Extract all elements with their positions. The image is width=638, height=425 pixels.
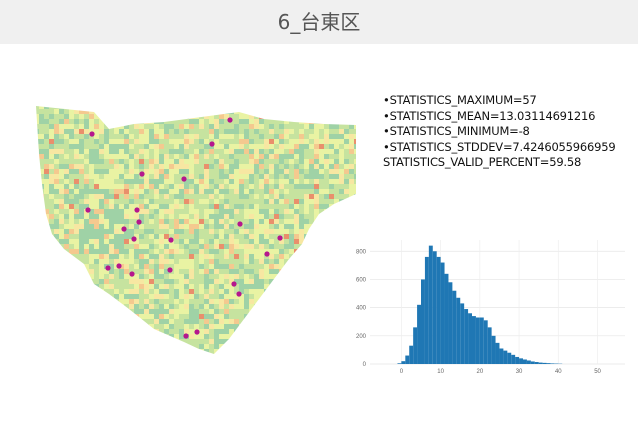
histogram-bar — [464, 309, 469, 364]
histogram-bar — [495, 342, 500, 364]
x-tick-label: 50 — [594, 369, 601, 375]
map-marker — [181, 176, 187, 182]
map-marker — [105, 265, 111, 271]
raster-map — [36, 106, 356, 354]
map-marker — [227, 117, 233, 123]
x-tick-label: 0 — [400, 369, 404, 375]
map-marker — [136, 219, 142, 225]
histogram-bar — [499, 348, 504, 364]
histogram-bar — [507, 352, 512, 364]
histogram-bar — [491, 335, 496, 364]
stat-minimum: •STATISTICS_MINIMUM=-8 — [383, 124, 530, 139]
histogram-bar — [530, 361, 535, 364]
map-marker — [236, 291, 242, 297]
x-tick-label: 10 — [437, 369, 444, 375]
y-tick-label: 0 — [363, 362, 367, 368]
stat-stddev: •STATISTICS_STDDEV=7.4246055966959 — [383, 139, 616, 154]
y-tick-label: 600 — [356, 277, 367, 283]
x-tick-label: 20 — [477, 369, 484, 375]
histogram-bar — [436, 256, 441, 364]
map-marker — [116, 263, 122, 269]
histogram-bar — [405, 355, 410, 364]
map-marker — [139, 171, 145, 177]
x-tick-label: 40 — [555, 369, 562, 375]
y-tick-label: 800 — [356, 249, 367, 255]
map-marker — [167, 267, 173, 273]
x-tick-label: 30 — [516, 369, 523, 375]
map-marker — [264, 251, 270, 257]
histogram-bar — [424, 256, 429, 364]
histogram-bar — [413, 327, 418, 364]
histogram-bar — [479, 317, 484, 364]
histogram-bar — [468, 313, 472, 364]
map-marker — [231, 281, 237, 287]
map-marker — [121, 226, 127, 232]
histogram-bar — [460, 303, 465, 364]
histogram-chart: 0 10 20 30 40 50 0 200 400 600 800 — [356, 240, 625, 375]
y-tick-label: 400 — [356, 306, 367, 312]
map-marker — [89, 131, 95, 137]
histogram-bar — [483, 320, 488, 364]
histogram-bar — [546, 363, 551, 364]
histogram-bar — [503, 350, 508, 364]
histogram-bar — [519, 358, 523, 364]
histogram-bar — [456, 297, 461, 364]
histogram-bar — [409, 345, 414, 364]
histogram-bar — [417, 304, 421, 364]
histogram-bar — [472, 316, 476, 364]
histogram-bar — [511, 354, 516, 364]
histogram-bar — [432, 251, 437, 364]
histogram-bar — [523, 359, 527, 364]
map-marker — [277, 235, 283, 241]
map-marker — [168, 237, 174, 243]
map-marker — [209, 141, 215, 147]
stat-valid-percent: STATISTICS_VALID_PERCENT=59.58 — [383, 155, 582, 170]
y-tick-label: 200 — [356, 334, 367, 340]
map-marker — [134, 207, 140, 213]
map-marker — [131, 236, 137, 242]
histogram-bar — [452, 290, 457, 364]
map-marker — [129, 271, 135, 277]
histogram-bar — [428, 245, 433, 364]
histogram-bar — [487, 327, 492, 364]
histogram-bar — [550, 363, 555, 364]
page-title: 6_台東区 — [277, 10, 361, 34]
histogram-bar — [475, 317, 480, 364]
map-marker — [183, 333, 189, 339]
histogram-bar — [515, 356, 520, 364]
histogram-bar — [421, 279, 425, 364]
histogram-bar — [448, 282, 453, 364]
histogram-bar — [401, 361, 406, 364]
map-marker — [237, 221, 243, 227]
histogram-bar — [538, 362, 543, 364]
stat-mean: •STATISTICS_MEAN=13.03114691216 — [383, 108, 596, 123]
histogram-bar — [440, 262, 445, 364]
stat-maximum: •STATISTICS_MAXIMUM=57 — [383, 93, 537, 107]
statistics-panel: •STATISTICS_MAXIMUM=57 •STATISTICS_MEAN=… — [383, 93, 638, 171]
histogram-bar — [534, 362, 539, 364]
histogram-bar — [397, 363, 402, 364]
histogram-bar — [526, 360, 531, 364]
histogram-bar — [542, 362, 547, 364]
map-marker — [85, 207, 91, 213]
map-marker — [194, 329, 200, 335]
histogram-bar — [444, 273, 449, 364]
